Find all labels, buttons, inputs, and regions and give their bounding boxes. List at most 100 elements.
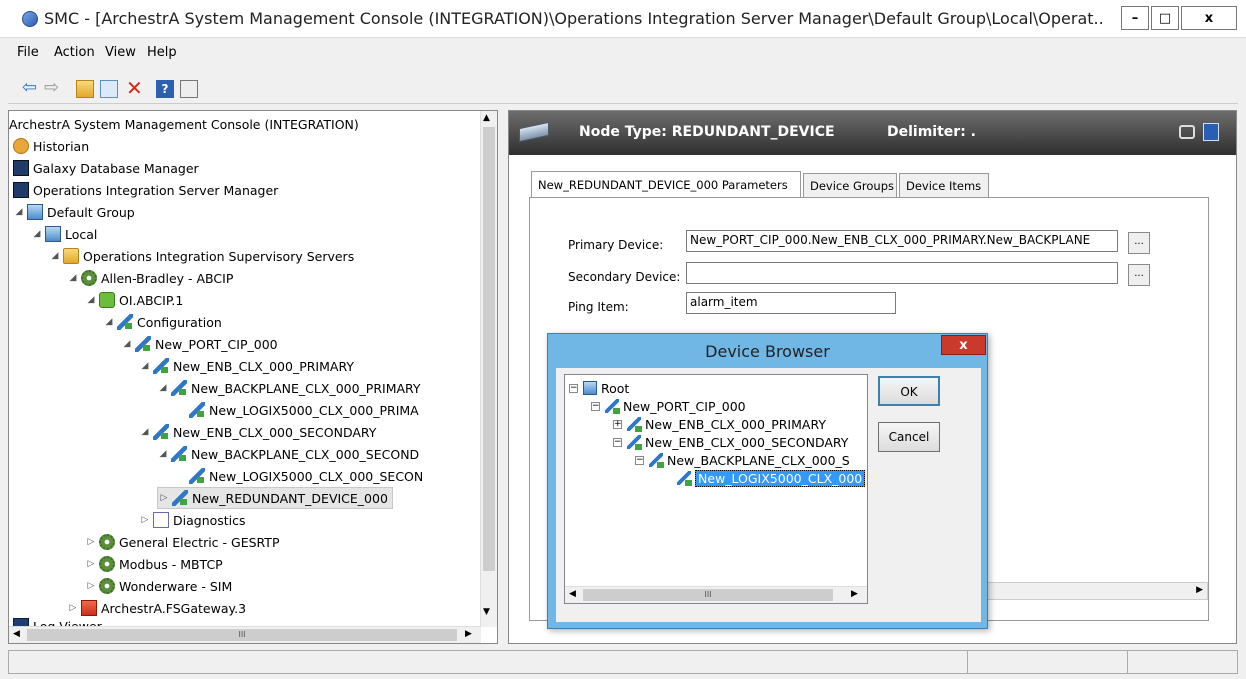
cancel-button[interactable]: Cancel bbox=[878, 422, 940, 452]
maximize-button[interactable]: □ bbox=[1151, 6, 1179, 30]
tree-item-historian[interactable]: Historian bbox=[11, 135, 89, 157]
device-tree-hscrollbar[interactable]: ◀ III ▶ bbox=[565, 586, 867, 603]
tree-vertical-scrollbar[interactable]: ▲ ▼ bbox=[480, 111, 497, 627]
tree-item-supervisory-servers[interactable]: ◢ Operations Integration Supervisory Serv… bbox=[49, 245, 354, 267]
tree-item-modbus[interactable]: ▷ Modbus - MBTCP bbox=[85, 553, 223, 575]
tab-parameters[interactable]: New_REDUNDANT_DEVICE_000 Parameters bbox=[531, 171, 801, 197]
device-tree[interactable]: − Root − New_PORT_CIP_000 + New_ENB_CLX_000… bbox=[564, 374, 868, 604]
tree-item-diagnostics[interactable]: ▷ Diagnostics bbox=[139, 509, 246, 531]
tab-device-groups[interactable]: Device Groups bbox=[803, 173, 897, 197]
tree-item-port-cip[interactable]: ◢ New_PORT_CIP_000 bbox=[121, 333, 278, 355]
properties-icon[interactable] bbox=[180, 80, 198, 98]
collapse-icon[interactable]: − bbox=[635, 455, 644, 465]
tree-item-oi-server-manager[interactable]: Operations Integration Server Manager bbox=[11, 179, 278, 201]
back-arrow-icon[interactable]: ⇦ bbox=[22, 79, 40, 98]
collapse-arrow-icon[interactable]: ◢ bbox=[121, 339, 133, 349]
expand-arrow-icon[interactable]: ▷ bbox=[85, 559, 97, 569]
scroll-thumb[interactable] bbox=[483, 127, 495, 571]
up-folder-icon[interactable] bbox=[76, 80, 94, 98]
primary-browse-button[interactable]: ... bbox=[1128, 232, 1150, 254]
tree-item-label: New_BACKPLANE_CLX_000_S bbox=[667, 452, 850, 468]
minimize-button[interactable]: – bbox=[1121, 6, 1149, 30]
collapse-arrow-icon[interactable]: ◢ bbox=[157, 449, 169, 459]
tree-item-galaxy-database-manager[interactable]: Galaxy Database Manager bbox=[11, 157, 199, 179]
device-icon bbox=[627, 417, 642, 432]
collapse-arrow-icon[interactable]: ◢ bbox=[157, 383, 169, 393]
collapse-icon[interactable]: − bbox=[591, 401, 600, 411]
horizontal-scrollbar[interactable]: ▶ bbox=[970, 582, 1208, 600]
delete-icon[interactable]: ✕ bbox=[126, 78, 144, 98]
tree-item-label: ArchestrA.FSGateway.3 bbox=[101, 600, 247, 616]
tree-item-wonderware[interactable]: ▷ Wonderware - SIM bbox=[85, 575, 232, 597]
scroll-thumb[interactable]: III bbox=[27, 629, 457, 641]
tree-item-local[interactable]: ◢ Local bbox=[31, 223, 97, 245]
primary-device-field[interactable]: New_PORT_CIP_000.New_ENB_CLX_000_PRIMARY… bbox=[686, 230, 1118, 252]
scroll-down-icon[interactable]: ▼ bbox=[483, 607, 490, 617]
collapse-arrow-icon[interactable]: ◢ bbox=[67, 273, 79, 283]
scroll-thumb[interactable]: III bbox=[583, 589, 833, 601]
secondary-device-field[interactable] bbox=[686, 262, 1118, 284]
expand-arrow-icon[interactable]: ▷ bbox=[139, 515, 151, 525]
tree-item-oi-abcip[interactable]: ◢ OI.ABCIP.1 bbox=[85, 289, 183, 311]
tree-item-backplane-secondary[interactable]: ◢ New_BACKPLANE_CLX_000_SECOND bbox=[157, 443, 419, 465]
tree-horizontal-scrollbar[interactable]: ◀ III ▶ bbox=[9, 626, 481, 643]
tree-item-label: Modbus - MBTCP bbox=[119, 556, 223, 572]
menu-file[interactable]: File bbox=[17, 45, 39, 60]
tree-item-label: Allen-Bradley - ABCIP bbox=[101, 270, 234, 286]
forward-arrow-icon[interactable]: ⇨ bbox=[44, 79, 62, 98]
tree-item-enb-primary[interactable]: ◢ New_ENB_CLX_000_PRIMARY bbox=[139, 355, 354, 377]
collapse-arrow-icon[interactable]: ◢ bbox=[49, 251, 61, 261]
ok-button[interactable]: OK bbox=[878, 376, 940, 406]
tree-item-enb-secondary[interactable]: ◢ New_ENB_CLX_000_SECONDARY bbox=[139, 421, 376, 443]
tree-item-backplane-primary[interactable]: ◢ New_BACKPLANE_CLX_000_PRIMARY bbox=[157, 377, 421, 399]
tree-item-label: Diagnostics bbox=[173, 512, 246, 528]
help-icon[interactable]: ? bbox=[156, 80, 174, 98]
tree-item-general-electric[interactable]: ▷ General Electric - GESRTP bbox=[85, 531, 279, 553]
save-icon[interactable] bbox=[1203, 123, 1219, 141]
console-tree[interactable]: ArchestrA System Management Console (INT… bbox=[8, 110, 498, 644]
expand-arrow-icon[interactable]: ▷ bbox=[67, 603, 79, 613]
menu-action[interactable]: Action bbox=[54, 45, 95, 60]
tab-device-items[interactable]: Device Items bbox=[899, 173, 989, 197]
expand-arrow-icon[interactable]: ▷ bbox=[85, 581, 97, 591]
tree-item-allen-bradley[interactable]: ◢ Allen-Bradley - ABCIP bbox=[67, 267, 233, 289]
scroll-right-icon[interactable]: ▶ bbox=[465, 629, 472, 639]
scroll-left-icon[interactable]: ◀ bbox=[13, 629, 20, 639]
tree-item-redundant-device[interactable]: ▷ New_REDUNDANT_DEVICE_000 bbox=[157, 487, 393, 509]
dialog-close-button[interactable]: x bbox=[941, 335, 986, 355]
expand-arrow-icon[interactable]: ▷ bbox=[85, 537, 97, 547]
device-icon bbox=[189, 468, 205, 484]
collapse-icon[interactable]: − bbox=[569, 383, 578, 393]
scroll-right-icon[interactable]: ▶ bbox=[851, 589, 858, 599]
tree-item-configuration[interactable]: ◢ Configuration bbox=[103, 311, 222, 333]
tree-item-label: Historian bbox=[33, 138, 90, 154]
collapse-icon[interactable]: − bbox=[613, 437, 622, 447]
tree-item-console-root[interactable]: ArchestrA System Management Console (INT… bbox=[9, 113, 359, 135]
tree-item-logix-secondary[interactable]: New_LOGIX5000_CLX_000_SECON bbox=[187, 465, 423, 487]
lock-icon[interactable] bbox=[1179, 125, 1195, 139]
menu-view[interactable]: View bbox=[105, 45, 136, 60]
scroll-up-icon[interactable]: ▲ bbox=[483, 113, 490, 123]
expand-icon[interactable]: + bbox=[613, 419, 622, 429]
collapse-arrow-icon[interactable]: ◢ bbox=[139, 427, 151, 437]
device-tree-item-logix-secondary[interactable]: New_LOGIX5000_CLX_000 bbox=[675, 467, 866, 489]
tree-item-logix-primary[interactable]: New_LOGIX5000_CLX_000_PRIMA bbox=[187, 399, 419, 421]
collapse-arrow-icon[interactable]: ◢ bbox=[103, 317, 115, 327]
scroll-right-icon[interactable]: ▶ bbox=[1196, 585, 1203, 595]
tree-item-default-group[interactable]: ◢ Default Group bbox=[13, 201, 135, 223]
collapse-arrow-icon[interactable]: ◢ bbox=[139, 361, 151, 371]
ping-item-field[interactable]: alarm_item bbox=[686, 292, 896, 314]
collapse-arrow-icon[interactable]: ◢ bbox=[13, 207, 25, 217]
secondary-browse-button[interactable]: ... bbox=[1128, 264, 1150, 286]
show-hide-tree-icon[interactable] bbox=[100, 80, 118, 98]
tree-item-label: New_ENB_CLX_000_SECONDARY bbox=[645, 434, 849, 450]
collapse-arrow-icon[interactable]: ◢ bbox=[85, 295, 97, 305]
close-button[interactable]: x bbox=[1181, 6, 1237, 30]
tree-item-label: Wonderware - SIM bbox=[119, 578, 233, 594]
expand-arrow-icon[interactable]: ▷ bbox=[158, 493, 170, 503]
server-manager-icon bbox=[13, 182, 29, 198]
device-icon bbox=[153, 424, 169, 440]
menu-help[interactable]: Help bbox=[147, 45, 177, 60]
scroll-left-icon[interactable]: ◀ bbox=[569, 589, 576, 599]
collapse-arrow-icon[interactable]: ◢ bbox=[31, 229, 43, 239]
